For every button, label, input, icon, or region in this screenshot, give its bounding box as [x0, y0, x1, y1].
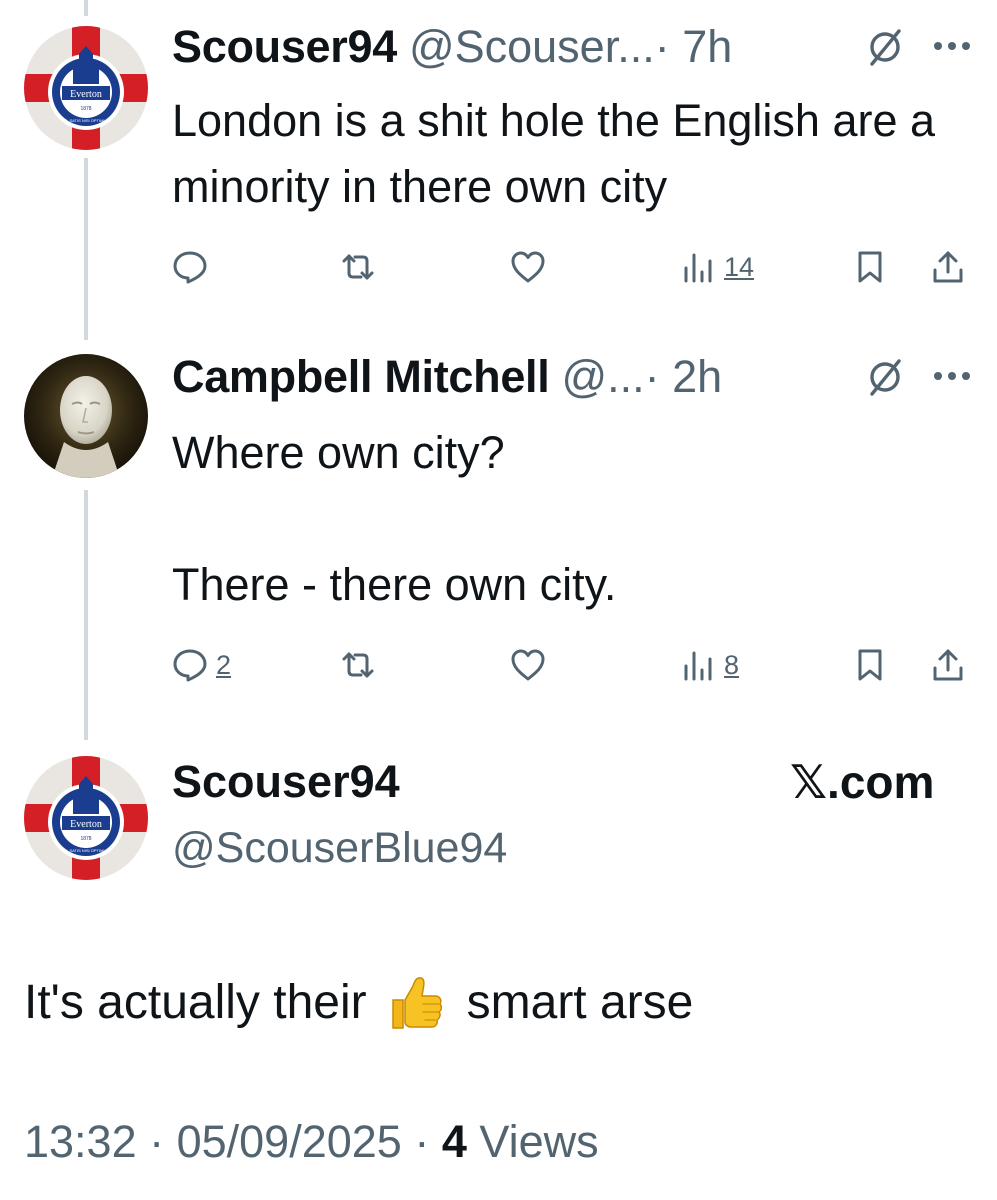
tweet-meta: 13:32 · 05/09/2025 · 4 Views	[24, 1110, 599, 1174]
views-chart-icon	[684, 651, 712, 681]
heart-icon	[511, 649, 545, 681]
thread-line	[84, 490, 88, 740]
views-count[interactable]: 4	[442, 1116, 467, 1167]
crest-year: 1878	[80, 836, 91, 842]
face-mask-graphic	[24, 354, 148, 478]
x-com-source-label: 𝕏.com	[790, 756, 935, 808]
tweet-time[interactable]: · 7h	[655, 17, 733, 77]
user-handle[interactable]: @ScouserBlue94	[172, 818, 507, 878]
views-count: 14	[724, 251, 755, 282]
crest-label: Everton	[70, 819, 102, 830]
tweet-time[interactable]: · 2h	[645, 347, 723, 407]
heart-icon	[511, 251, 545, 283]
tweet-text: London is a shit hole the English are a …	[172, 95, 936, 212]
tweet-header: Campbell Mitchell @... · 2h	[172, 347, 722, 407]
crest-year: 1878	[80, 106, 91, 112]
crest-graphic: Everton 1878 NIL SATIS NISI OPTIMUM	[24, 756, 148, 880]
white-face-mask-avatar[interactable]	[24, 354, 148, 478]
reply-button[interactable]	[172, 242, 216, 292]
reply-count: 2	[216, 649, 232, 680]
crest-label: Everton	[70, 89, 102, 100]
like-button[interactable]	[510, 640, 546, 690]
reply-icon	[173, 251, 207, 284]
user-handle[interactable]: @Scouser...	[409, 17, 655, 77]
tweet-text: Where own city? There - there own city.	[172, 427, 617, 610]
thread-line	[84, 158, 88, 340]
crest-graphic: Everton 1878 NIL SATIS NISI OPTIMUM	[24, 26, 148, 150]
views-count: 8	[724, 649, 740, 680]
display-name[interactable]: Campbell Mitchell	[172, 347, 550, 407]
bookmark-button[interactable]	[852, 242, 888, 292]
user-handle[interactable]: @...	[561, 347, 644, 407]
more-options-icon[interactable]	[932, 40, 972, 52]
grok-icon[interactable]	[864, 356, 906, 398]
grok-icon[interactable]	[864, 26, 906, 68]
like-button[interactable]	[510, 242, 546, 292]
bookmark-icon	[858, 251, 882, 283]
share-icon	[933, 251, 963, 283]
bookmark-icon	[858, 649, 882, 681]
display-name[interactable]: Scouser94	[172, 17, 397, 77]
views-chart-icon	[684, 253, 712, 283]
crest-motto: NIL SATIS NISI OPTIMUM	[62, 848, 109, 853]
share-button[interactable]	[930, 640, 966, 690]
crest-motto: NIL SATIS NISI OPTIMUM	[62, 118, 109, 123]
share-button[interactable]	[930, 242, 966, 292]
thumbs-up-emoji	[391, 977, 442, 1029]
tweet-text-after: smart arse	[466, 976, 694, 1029]
repost-button[interactable]	[340, 242, 376, 292]
tweet-text-before: It's actually their	[24, 976, 367, 1029]
repost-icon	[342, 254, 374, 280]
tweet-text: It's actually their smart arse	[24, 968, 693, 1038]
timestamp[interactable]: 13:32 · 05/09/2025 ·	[24, 1116, 429, 1167]
repost-icon	[342, 652, 374, 678]
everton-crest-avatar[interactable]: Everton 1878 NIL SATIS NISI OPTIMUM	[24, 756, 148, 880]
everton-crest-avatar[interactable]: Everton 1878 NIL SATIS NISI OPTIMUM	[24, 26, 148, 150]
reply-button[interactable]: 2	[172, 640, 231, 690]
tweet-header: Scouser94 @Scouser... · 7h	[172, 17, 732, 77]
bookmark-button[interactable]	[852, 640, 888, 690]
reply-icon	[173, 649, 207, 682]
tweet-actions: 14	[172, 242, 972, 292]
views-label: Views	[479, 1116, 599, 1167]
tweet-actions: 2 8	[172, 640, 972, 690]
display-name[interactable]: Scouser94	[172, 752, 400, 812]
repost-button[interactable]	[340, 640, 376, 690]
thread-line	[84, 0, 88, 16]
views-button[interactable]: 8	[680, 640, 739, 690]
share-icon	[933, 649, 963, 681]
more-options-icon[interactable]	[932, 370, 972, 382]
views-button[interactable]: 14	[680, 242, 754, 292]
